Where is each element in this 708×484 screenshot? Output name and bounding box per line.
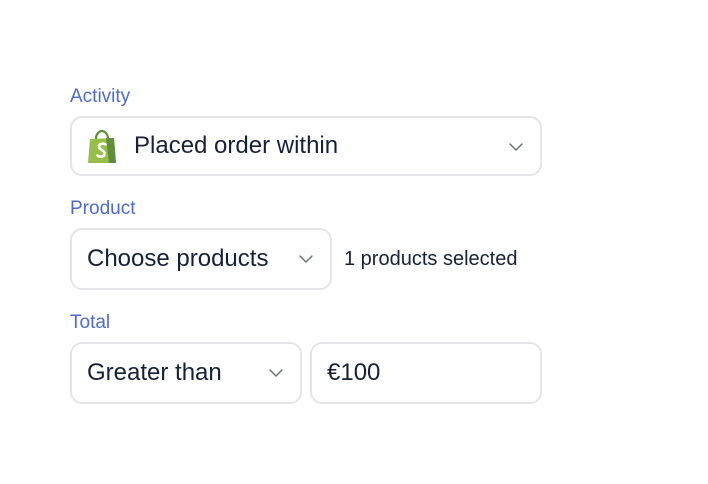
total-comparator-value: Greater than [87, 359, 222, 386]
shopify-bag-icon [87, 129, 117, 164]
chevron-down-icon [268, 365, 284, 381]
product-select[interactable]: Choose products [70, 228, 332, 290]
activity-select[interactable]: Placed order within [70, 116, 542, 176]
total-amount-value: €100 [327, 359, 381, 386]
chevron-down-icon [298, 251, 314, 267]
total-comparator-select[interactable]: Greater than [70, 342, 302, 404]
total-amount-input[interactable]: €100 [310, 342, 542, 404]
product-label: Product [70, 198, 136, 219]
chevron-down-icon [508, 139, 524, 155]
products-selected-count: 1 products selected [344, 248, 518, 270]
activity-label: Activity [70, 86, 131, 107]
product-value: Choose products [87, 245, 269, 272]
activity-value: Placed order within [134, 132, 339, 159]
total-label: Total [70, 312, 111, 333]
